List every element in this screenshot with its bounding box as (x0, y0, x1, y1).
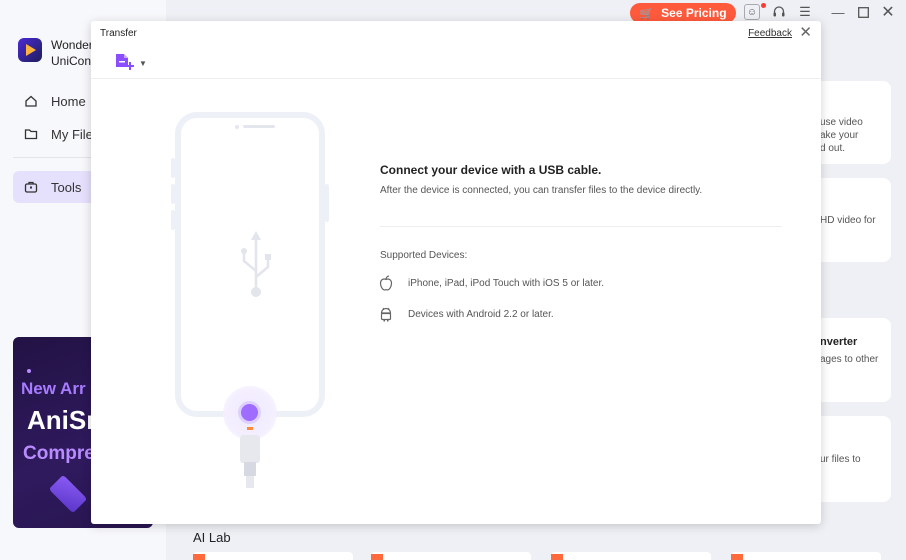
ai-lab-tile[interactable] (371, 552, 531, 560)
transfer-dialog: Transfer Feedback ✕ ▼ Connect your devic… (91, 21, 821, 524)
device-label: iPhone, iPad, iPod Touch with iOS 5 or l… (408, 277, 605, 289)
ai-lab-tile[interactable] (731, 552, 881, 560)
app-logo-icon (18, 38, 42, 62)
sidebar-item-label: Home (51, 93, 86, 109)
phone-illustration (171, 112, 329, 417)
promo-line-1: New Arr (21, 379, 86, 398)
toolbox-icon (23, 179, 39, 195)
usb-icon (238, 231, 274, 306)
window-close-icon[interactable]: ✕ (880, 4, 896, 21)
add-file-icon (113, 52, 135, 74)
phone-button (171, 158, 175, 178)
chevron-down-icon[interactable]: ▼ (139, 59, 147, 68)
phone-button (171, 184, 175, 204)
see-pricing-button[interactable]: 🛒 See Pricing (630, 3, 736, 23)
dialog-title: Transfer (100, 28, 137, 39)
promo-line-2: AniSr (27, 405, 97, 435)
connector-dot (241, 404, 258, 421)
feedback-link[interactable]: Feedback (748, 28, 792, 39)
info-divider (380, 226, 782, 227)
supported-devices-label: Supported Devices: (380, 250, 468, 261)
usb-cable (240, 435, 260, 463)
minimize-icon[interactable]: — (830, 4, 846, 20)
close-icon[interactable]: ✕ (799, 24, 812, 42)
add-file-button[interactable] (113, 52, 135, 74)
connect-title: Connect your device with a USB cable. (380, 163, 602, 177)
supported-device-android: Devices with Android 2.2 or later. (378, 305, 554, 323)
menu-icon[interactable]: ☰ (797, 4, 813, 20)
home-icon (23, 93, 39, 109)
maximize-icon[interactable] (855, 4, 871, 20)
see-pricing-label: See Pricing (661, 6, 727, 20)
apple-icon (378, 275, 394, 291)
promo-line-3: Compre (23, 443, 95, 464)
phone-button (171, 210, 175, 230)
usb-cable (244, 462, 256, 476)
usb-cable (246, 476, 254, 488)
phone-camera (235, 125, 239, 129)
connect-description: After the device is connected, you can t… (380, 185, 703, 196)
avatar-icon[interactable]: ☺ (744, 4, 760, 20)
cart-icon: 🛒 (639, 7, 654, 20)
connector-tip (247, 427, 253, 430)
dialog-divider (91, 78, 821, 79)
folder-icon (23, 126, 39, 142)
app-name: Wonder UniCon (51, 38, 93, 68)
device-label: Devices with Android 2.2 or later. (408, 308, 554, 320)
sparkle-icon (27, 369, 31, 373)
notification-dot (761, 3, 766, 8)
supported-device-ios: iPhone, iPad, iPod Touch with iOS 5 or l… (378, 274, 604, 292)
ai-lab-heading: AI Lab (193, 530, 231, 545)
ai-lab-tile[interactable] (551, 552, 711, 560)
sidebar-item-label: My File (51, 126, 93, 142)
phone-speaker (243, 125, 275, 128)
headset-icon[interactable] (771, 4, 787, 20)
phone-button (325, 184, 329, 222)
android-icon (378, 306, 394, 322)
ai-lab-tile[interactable] (193, 552, 353, 560)
promo-graphic-icon (48, 474, 88, 514)
sidebar-item-label: Tools (51, 179, 82, 195)
